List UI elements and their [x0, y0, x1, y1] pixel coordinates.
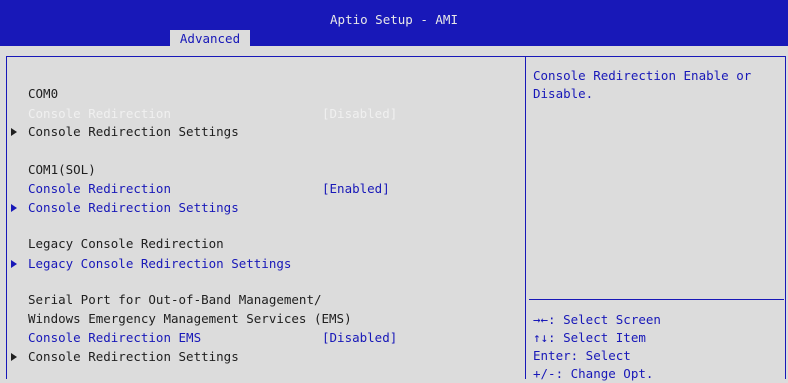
com0-heading: COM0	[28, 86, 59, 101]
app-title: Aptio Setup - AMI	[330, 12, 458, 27]
ems-heading-line2: Windows Emergency Management Services (E…	[28, 311, 352, 326]
help-text: Console Redirection Enable or Disable.	[533, 68, 759, 101]
key-change-option: +/-: Change Opt.	[533, 366, 654, 381]
header-bar: Aptio Setup - AMI Advanced	[0, 0, 788, 48]
com1-console-redirection-settings[interactable]: Console Redirection Settings	[28, 200, 239, 216]
key-select-item: ↑↓: Select Item	[533, 330, 646, 345]
com0-console-redirection-option[interactable]: Console Redirection	[28, 106, 171, 122]
com1-console-redirection-option[interactable]: Console Redirection	[28, 181, 171, 197]
legacy-console-redirection-settings[interactable]: Legacy Console Redirection Settings	[28, 256, 291, 272]
ems-heading-line1: Serial Port for Out-of-Band Management/	[28, 292, 322, 307]
com0-console-redirection-settings[interactable]: Console Redirection Settings	[28, 124, 239, 140]
submenu-arrow-icon	[10, 256, 18, 272]
ems-console-redirection-settings[interactable]: Console Redirection Settings	[28, 349, 239, 365]
help-divider	[529, 299, 784, 300]
com1-sol-heading: COM1(SOL)	[28, 162, 96, 177]
key-select-screen: →←: Select Screen	[533, 312, 661, 327]
com1-console-redirection-value[interactable]: [Enabled]	[322, 181, 390, 197]
tab-advanced[interactable]: Advanced	[170, 30, 250, 48]
bios-setup-screen: Aptio Setup - AMI Advanced COM0 Console …	[0, 0, 788, 381]
submenu-arrow-icon	[10, 200, 18, 216]
submenu-arrow-icon	[10, 349, 18, 365]
com0-console-redirection-value[interactable]: [Disabled]	[322, 106, 397, 122]
submenu-arrow-icon	[10, 124, 18, 140]
console-redirection-ems-option[interactable]: Console Redirection EMS	[28, 330, 201, 346]
console-redirection-ems-value[interactable]: [Disabled]	[322, 330, 397, 346]
legacy-console-heading: Legacy Console Redirection	[28, 236, 224, 251]
key-legend: →←: Select Screen ↑↓: Select Item Enter:…	[533, 311, 661, 383]
key-enter-select: Enter: Select	[533, 348, 631, 363]
